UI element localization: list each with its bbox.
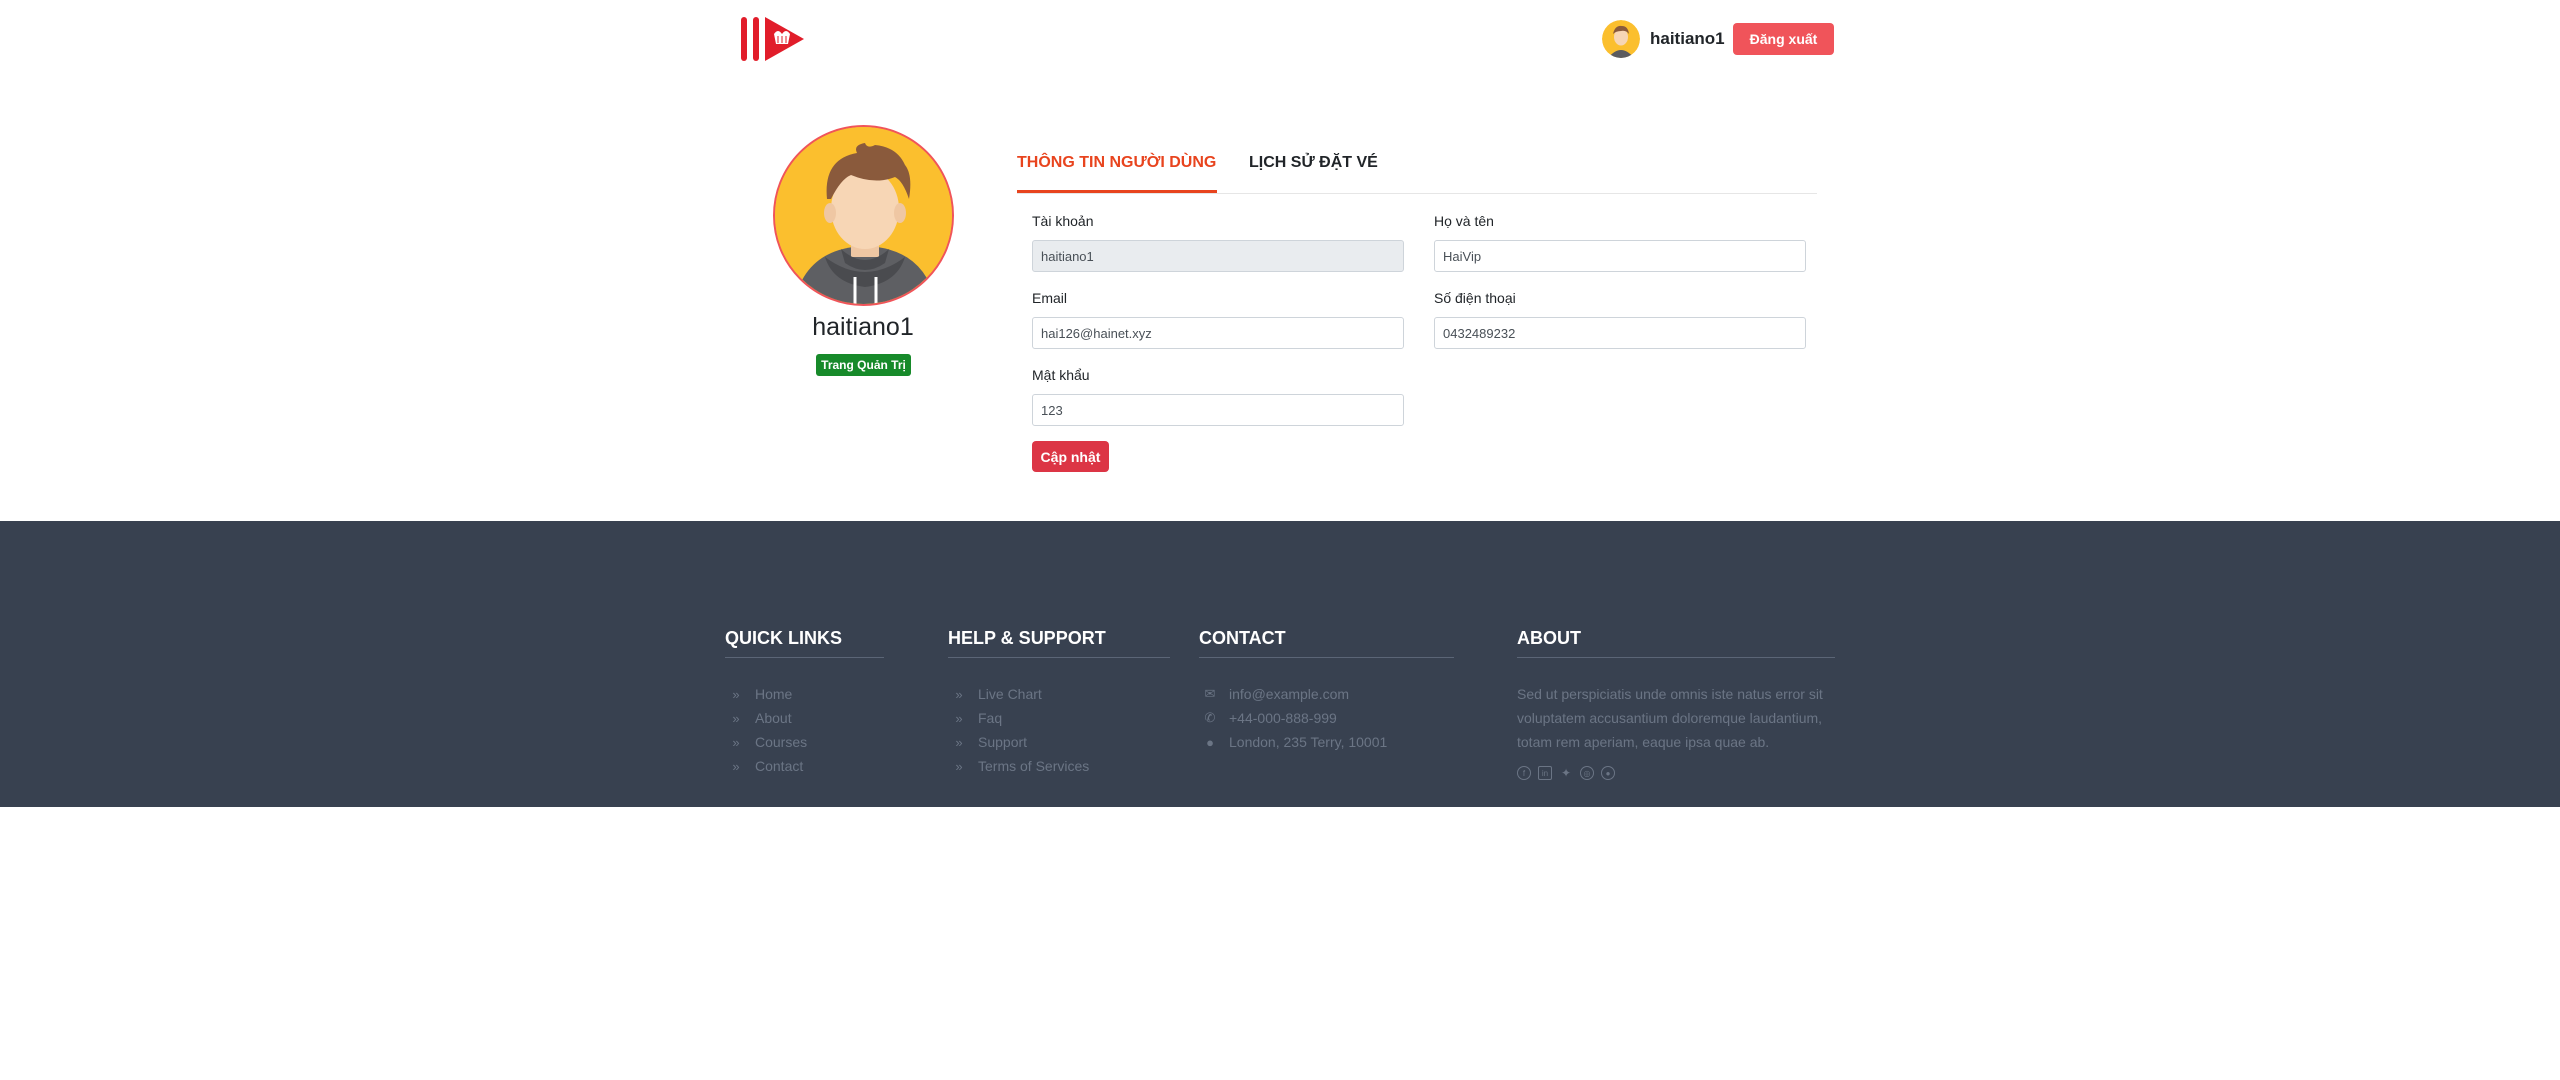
double-chevron-icon: » — [955, 710, 963, 726]
footer-help-support: HELP & SUPPORT » Live Chart » Faq » Support… — [948, 628, 1170, 778]
logout-button[interactable]: Đăng xuất — [1733, 23, 1834, 55]
footer-link-support[interactable]: » Support — [948, 730, 1170, 754]
double-chevron-icon: » — [955, 686, 963, 702]
profile-tabs: THÔNG TIN NGƯỜI DÙNG LỊCH SỬ ĐẶT VÉ — [1017, 140, 1817, 194]
quick-links-heading: QUICK LINKS — [725, 628, 884, 658]
user-menu[interactable]: haitiano1 — [1602, 20, 1725, 58]
social-links: f in ✦ ◎ ● — [1517, 766, 1835, 780]
double-chevron-icon: » — [732, 686, 740, 702]
header: haitiano1 Đăng xuất — [0, 0, 2560, 80]
double-chevron-icon: » — [955, 734, 963, 750]
account-label: Tài khoản — [1032, 213, 1094, 229]
footer: QUICK LINKS » Home » About » Courses » Conta… — [0, 521, 2560, 807]
email-field[interactable] — [1032, 317, 1404, 349]
help-support-heading: HELP & SUPPORT — [948, 628, 1170, 658]
footer-quick-links: QUICK LINKS » Home » About » Courses » Conta… — [725, 628, 884, 778]
phone-icon: ✆ — [1204, 710, 1216, 725]
double-chevron-icon: » — [955, 758, 963, 774]
logo-icon — [741, 17, 804, 61]
update-button[interactable]: Cập nhật — [1032, 441, 1109, 472]
footer-link-home[interactable]: » Home — [725, 682, 884, 706]
profile-avatar — [773, 125, 954, 306]
footer-link-faq[interactable]: » Faq — [948, 706, 1170, 730]
profile-avatar-icon — [775, 127, 952, 304]
user-avatar-icon — [1602, 20, 1640, 58]
footer-link-courses[interactable]: » Courses — [725, 730, 884, 754]
fullname-label: Họ và tên — [1434, 213, 1494, 229]
account-field[interactable] — [1032, 240, 1404, 272]
avatar — [1602, 20, 1640, 58]
fullname-field[interactable] — [1434, 240, 1806, 272]
envelope-icon: ✉ — [1204, 686, 1216, 701]
logo[interactable] — [738, 14, 818, 66]
linkedin-icon[interactable]: in — [1538, 766, 1552, 780]
facebook-icon[interactable]: f — [1517, 766, 1531, 780]
password-field[interactable] — [1032, 394, 1404, 426]
tab-user-info[interactable]: THÔNG TIN NGƯỜI DÙNG — [1017, 154, 1216, 172]
email-label: Email — [1032, 290, 1068, 306]
phone-field[interactable] — [1434, 317, 1806, 349]
footer-about: ABOUT Sed ut perspiciatis unde omnis ist… — [1517, 628, 1835, 780]
footer-link-about[interactable]: » About — [725, 706, 884, 730]
github-icon[interactable]: ● — [1601, 766, 1615, 780]
footer-link-terms[interactable]: » Terms of Services — [948, 754, 1170, 778]
phone-label: Số điện thoại — [1434, 290, 1516, 306]
active-tab-indicator — [1017, 190, 1217, 193]
map-marker-icon: ● — [1206, 734, 1214, 750]
about-text: Sed ut perspiciatis unde omnis iste natu… — [1517, 686, 1823, 750]
tab-booking-history[interactable]: LỊCH SỬ ĐẶT VÉ — [1249, 154, 1378, 172]
double-chevron-icon: » — [732, 710, 740, 726]
double-chevron-icon: » — [732, 758, 740, 774]
twitter-icon[interactable]: ✦ — [1559, 766, 1573, 780]
profile-name: haitiano1 — [812, 313, 914, 341]
contact-heading: CONTACT — [1199, 628, 1454, 658]
double-chevron-icon: » — [732, 734, 740, 750]
user-name: haitiano1 — [1650, 29, 1725, 48]
footer-link-live-chart[interactable]: » Live Chart — [948, 682, 1170, 706]
footer-contact: CONTACT ✉ info@example.com ✆ +44-000-888-9… — [1199, 628, 1454, 754]
footer-contact-email[interactable]: ✉ info@example.com — [1199, 682, 1454, 706]
footer-link-contact[interactable]: » Contact — [725, 754, 884, 778]
admin-badge[interactable]: Trang Quản Trị — [816, 354, 911, 376]
password-label: Mật khẩu — [1032, 367, 1090, 383]
about-heading: ABOUT — [1517, 628, 1835, 658]
footer-contact-address: ● London, 235 Terry, 10001 — [1199, 730, 1454, 754]
dribbble-icon[interactable]: ◎ — [1580, 766, 1594, 780]
footer-contact-phone[interactable]: ✆ +44-000-888-999 — [1199, 706, 1454, 730]
